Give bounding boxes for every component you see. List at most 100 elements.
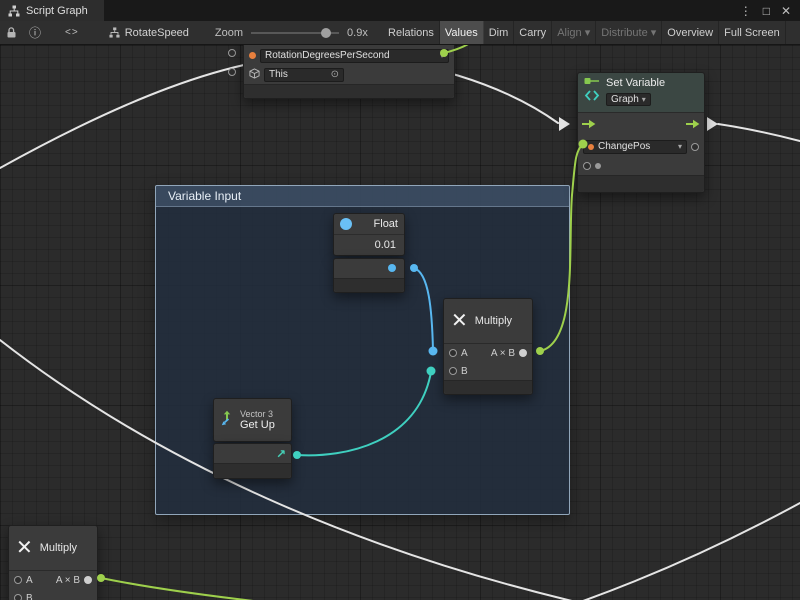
node-title: Multiply: [475, 315, 512, 327]
value-out-port[interactable]: [691, 143, 699, 151]
node-footer: [244, 84, 454, 98]
zoom-label: Zoom: [215, 27, 243, 39]
zoom-value: 0.9x: [347, 27, 375, 39]
kebab-menu-icon[interactable]: ⋮: [740, 5, 752, 17]
graph-canvas[interactable]: Variable Input RotationDegreesPerSecond …: [0, 45, 800, 600]
target-label: This: [269, 69, 288, 80]
port-a-label: A: [461, 348, 468, 359]
port-result-label: A × B: [491, 348, 515, 359]
port-result-label: A × B: [56, 575, 80, 586]
port-a[interactable]: [449, 349, 457, 357]
overview-button[interactable]: Overview: [662, 21, 719, 44]
flow-in-arrow: [559, 117, 570, 131]
info-icon[interactable]: ⓘ: [29, 24, 41, 41]
window-controls: ⋮ □ ✕: [740, 0, 800, 21]
vector-out-icon[interactable]: ↗: [276, 447, 286, 461]
relations-button[interactable]: Relations: [383, 21, 440, 44]
port-result[interactable]: [84, 576, 92, 584]
group-header[interactable]: Variable Input: [156, 186, 569, 207]
multiply-icon: ✕: [451, 311, 468, 331]
graph-asset-breadcrumb[interactable]: RotateSpeed: [109, 27, 189, 39]
input-port[interactable]: [228, 68, 236, 76]
multiply-node[interactable]: ✕ Multiply A A × B B: [8, 525, 98, 600]
vector3-get-up-body[interactable]: ↗: [213, 443, 292, 479]
port-b[interactable]: [449, 367, 457, 375]
zoom-slider-handle[interactable]: [321, 28, 331, 38]
align-dropdown-button[interactable]: Align ▾: [552, 21, 596, 44]
node-type-label: Vector 3: [240, 409, 275, 419]
variable-scope-dropdown[interactable]: Graph ▾: [606, 93, 651, 106]
graph-toolbar: ⓘ <> RotateSpeed Zoom 0.9x Relations Val…: [0, 21, 800, 45]
gameobject-cube-icon: [249, 66, 260, 84]
target-object-field[interactable]: This ⊙: [264, 68, 344, 82]
get-variable-node[interactable]: RotationDegreesPerSecond ▾ This ⊙: [243, 45, 455, 99]
multiply-node[interactable]: ✕ Multiply A A × B B: [443, 298, 533, 395]
flow-wire: [583, 503, 800, 600]
port-b[interactable]: [14, 594, 22, 600]
zoom-slider[interactable]: [251, 27, 339, 39]
vector3-icon: [219, 410, 235, 431]
float-type-icon: [340, 218, 352, 230]
port-a-label: A: [26, 575, 33, 586]
value-wire-green: [101, 578, 262, 600]
full-screen-button[interactable]: Full Screen: [719, 21, 786, 44]
variable-name: RotationDegreesPerSecond: [265, 50, 390, 61]
node-footer: [444, 380, 532, 394]
port-b-label: B: [26, 593, 33, 600]
flow-wire: [718, 124, 800, 141]
close-icon[interactable]: ✕: [781, 5, 791, 17]
toolbar-buttons: Relations Values Dim Carry Align ▾ Distr…: [383, 21, 786, 44]
scope-label: Graph: [611, 94, 639, 105]
node-header: Set Variable Graph ▾: [578, 73, 704, 113]
variable-type-dot: [249, 52, 256, 59]
node-header: Vector 3 Get Up: [214, 399, 291, 441]
tab-title: Script Graph: [26, 5, 88, 17]
node-title: Float: [374, 218, 398, 230]
set-variable-name-dropdown[interactable]: ChangePos ▾: [583, 140, 687, 154]
node-title: Set Variable: [606, 77, 665, 89]
graph-asset-icon: [109, 27, 120, 38]
port-result[interactable]: [519, 349, 527, 357]
variable-name: ChangePos: [598, 141, 650, 152]
values-button[interactable]: Values: [440, 21, 484, 44]
node-footer: [578, 175, 704, 192]
group-title: Variable Input: [168, 189, 241, 203]
node-footer: [214, 463, 291, 478]
multiply-icon: ✕: [16, 538, 33, 558]
code-view-icon[interactable]: <>: [65, 27, 79, 38]
dim-button[interactable]: Dim: [484, 21, 515, 44]
node-header: ✕ Multiply: [444, 299, 532, 344]
set-variable-node[interactable]: Set Variable Graph ▾ ChangePo: [577, 72, 705, 193]
node-title: Get Up: [240, 419, 275, 431]
maximize-icon[interactable]: □: [763, 5, 770, 17]
vector3-get-up-node[interactable]: Vector 3 Get Up: [213, 398, 292, 442]
chevron-down-icon: ▾: [678, 142, 682, 151]
node-title: Multiply: [40, 542, 77, 554]
flow-in-port[interactable]: [582, 116, 596, 134]
flow-out-port[interactable]: [686, 116, 700, 134]
float-value-field[interactable]: 0.01: [375, 239, 396, 251]
float-node-body[interactable]: [333, 258, 405, 293]
titlebar: Script Graph ⋮ □ ✕: [0, 0, 800, 22]
flow-ports-row: [578, 113, 704, 137]
graph-asset-name: RotateSpeed: [125, 27, 189, 39]
script-graph-icon: [8, 5, 20, 17]
script-graph-window: Script Graph ⋮ □ ✕ ⓘ <> RotateSpeed Zoom…: [0, 0, 800, 600]
variable-name-dropdown[interactable]: RotationDegreesPerSecond ▾: [260, 49, 449, 63]
input-port[interactable]: [228, 49, 236, 57]
object-picker-icon[interactable]: ⊙: [331, 69, 339, 80]
lock-icon[interactable]: [6, 27, 17, 39]
chevron-down-icon: ▾: [642, 95, 646, 104]
variable-type-dot: [588, 144, 594, 150]
node-footer: [334, 278, 404, 292]
node-header: ✕ Multiply: [9, 526, 97, 571]
carry-button[interactable]: Carry: [514, 21, 552, 44]
tab-script-graph[interactable]: Script Graph: [0, 0, 104, 21]
flow-out-arrow: [707, 117, 718, 131]
port-a[interactable]: [14, 576, 22, 584]
float-node[interactable]: Float 0.01: [333, 213, 405, 256]
distribute-dropdown-button[interactable]: Distribute ▾: [596, 21, 662, 44]
set-variable-icon: [584, 77, 600, 108]
value-in-port[interactable]: [583, 162, 591, 170]
chevron-down-icon: ▾: [440, 51, 444, 60]
